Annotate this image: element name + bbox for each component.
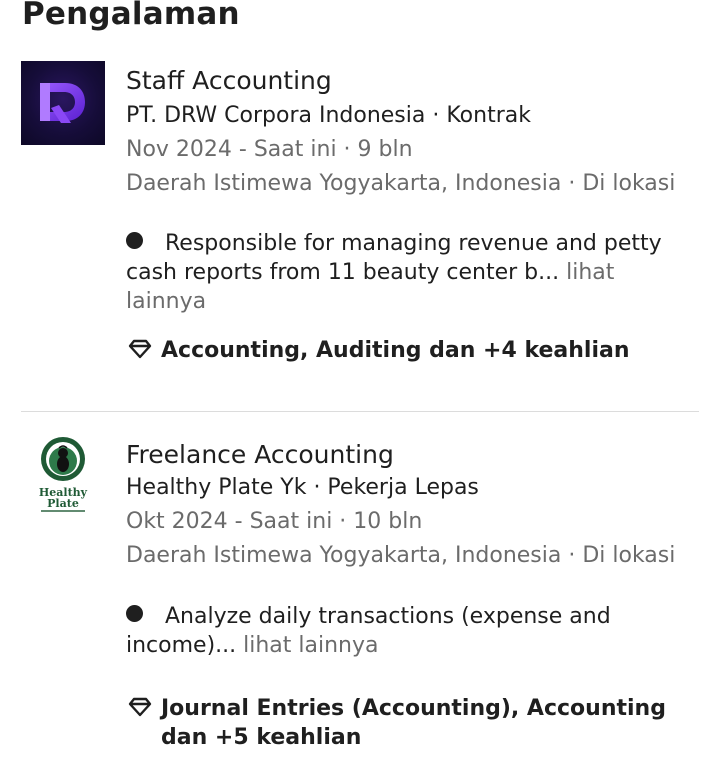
healthy-plate-logo-mark: Healthy Plate [39,437,88,512]
drw-corpora-logo[interactable] [21,61,105,145]
job-title[interactable]: Staff Accounting [126,65,700,97]
skills-row[interactable]: Journal Entries (Accounting), Accounting… [128,694,688,752]
date-line: Okt 2024 - Saat ini · 10 bln [126,509,423,534]
logo-text-plate: Plate [47,497,79,510]
location-line: Daerah Istimewa Yogyakarta, Indonesia · … [126,171,676,196]
healthy-plate-logo[interactable]: Healthy Plate [21,434,105,518]
location-line: Daerah Istimewa Yogyakarta, Indonesia · … [126,543,676,568]
company-line: Healthy Plate Yk · Pekerja Lepas [126,475,479,500]
diamond-icon [128,339,152,359]
divider [21,411,699,412]
company-line: PT. DRW Corpora Indonesia · Kontrak [126,103,531,128]
bullet-icon [126,232,143,249]
skills-text: Accounting, Auditing dan +4 keahlian [161,338,630,363]
diamond-icon [128,697,152,717]
job-title[interactable]: Freelance Accounting [126,439,700,471]
job-description: Responsible for managing revenue and pet… [126,229,700,316]
drw-logo-mark [40,83,85,123]
section-title: Pengalaman [22,0,240,32]
skills-text: Journal Entries (Accounting), Accounting… [161,696,666,750]
date-line: Nov 2024 - Saat ini · 9 bln [126,137,413,162]
job-description: Analyze daily transactions (expense and … [126,602,700,660]
see-more-link[interactable]: lihat lainnya [243,633,378,658]
skills-row[interactable]: Accounting, Auditing dan +4 keahlian [128,336,688,365]
bullet-icon [126,605,143,622]
